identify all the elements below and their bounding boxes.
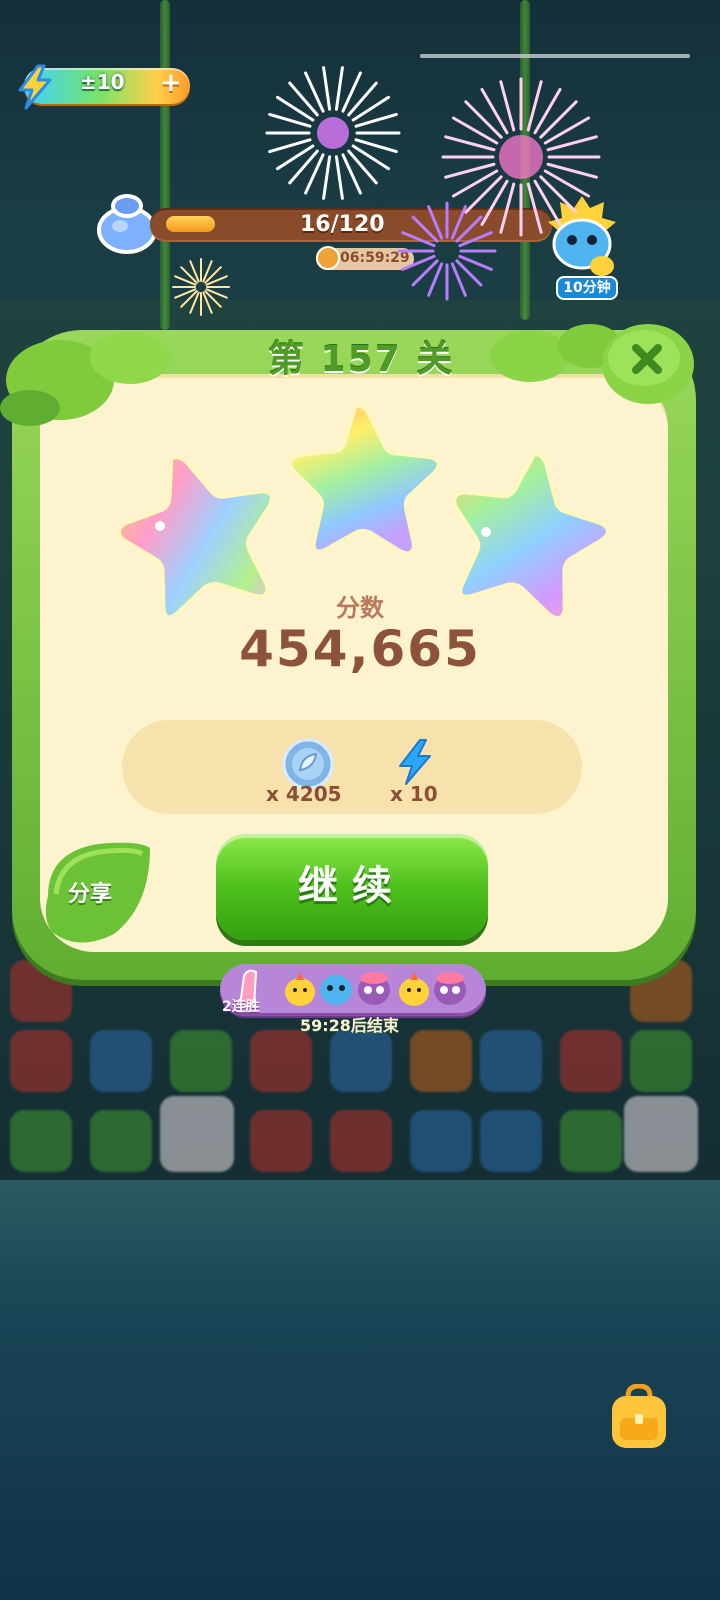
owl-icon [434, 972, 466, 1005]
leaf-decoration [0, 332, 170, 426]
top-status-bar [420, 54, 690, 58]
firework-effect [172, 258, 230, 316]
rewards-panel [122, 720, 582, 814]
energy-value: ±10 [80, 70, 125, 94]
firework-ray [334, 155, 344, 200]
energy-bolt-icon [399, 739, 431, 785]
streak-countdown: 59:28后结束 [300, 1016, 399, 1035]
energy-reward-amount: x 10 [390, 782, 438, 806]
energy-bolt-icon [18, 64, 52, 110]
share-label: 分享 [68, 882, 113, 907]
firework-ray [268, 138, 312, 154]
chick-icon [285, 972, 315, 1006]
chick-icon [399, 972, 429, 1006]
firework-ray [351, 95, 391, 122]
firework-ray [354, 138, 398, 154]
firework-ray [334, 66, 344, 111]
firework-effect [397, 201, 497, 301]
firework-ray [354, 112, 398, 128]
firework-ray [539, 100, 578, 139]
firework-ray [351, 144, 391, 171]
firework-ray [275, 144, 315, 171]
firework-ray [268, 112, 312, 128]
close-button[interactable] [596, 318, 700, 410]
coin-reward-amount: x 4205 [266, 782, 342, 806]
firework-effect [265, 66, 401, 200]
level-progress-text: 16/120 [300, 212, 385, 237]
score-label: 分数 [336, 594, 384, 622]
firework-ray [275, 95, 315, 122]
energy-add-button[interactable]: + [160, 68, 182, 98]
firework-ray [322, 66, 332, 111]
level-progress-fill [166, 216, 215, 232]
owl-icon [358, 972, 390, 1005]
star-2 [288, 404, 441, 556]
firework-ray [539, 175, 578, 214]
score-value: 454,665 [239, 620, 481, 678]
blue-monster-icon [320, 975, 352, 1005]
level-title: 第 157 关 [268, 339, 455, 380]
continue-button[interactable]: 继续 [216, 834, 488, 940]
win-streak-label: 2连胜 [222, 999, 260, 1015]
mascot-timer-badge: 10分钟 [556, 276, 618, 300]
firework-ray [322, 155, 332, 200]
clock-icon [316, 246, 340, 270]
backpack-button[interactable] [604, 1384, 674, 1452]
firework-ray [464, 100, 503, 139]
